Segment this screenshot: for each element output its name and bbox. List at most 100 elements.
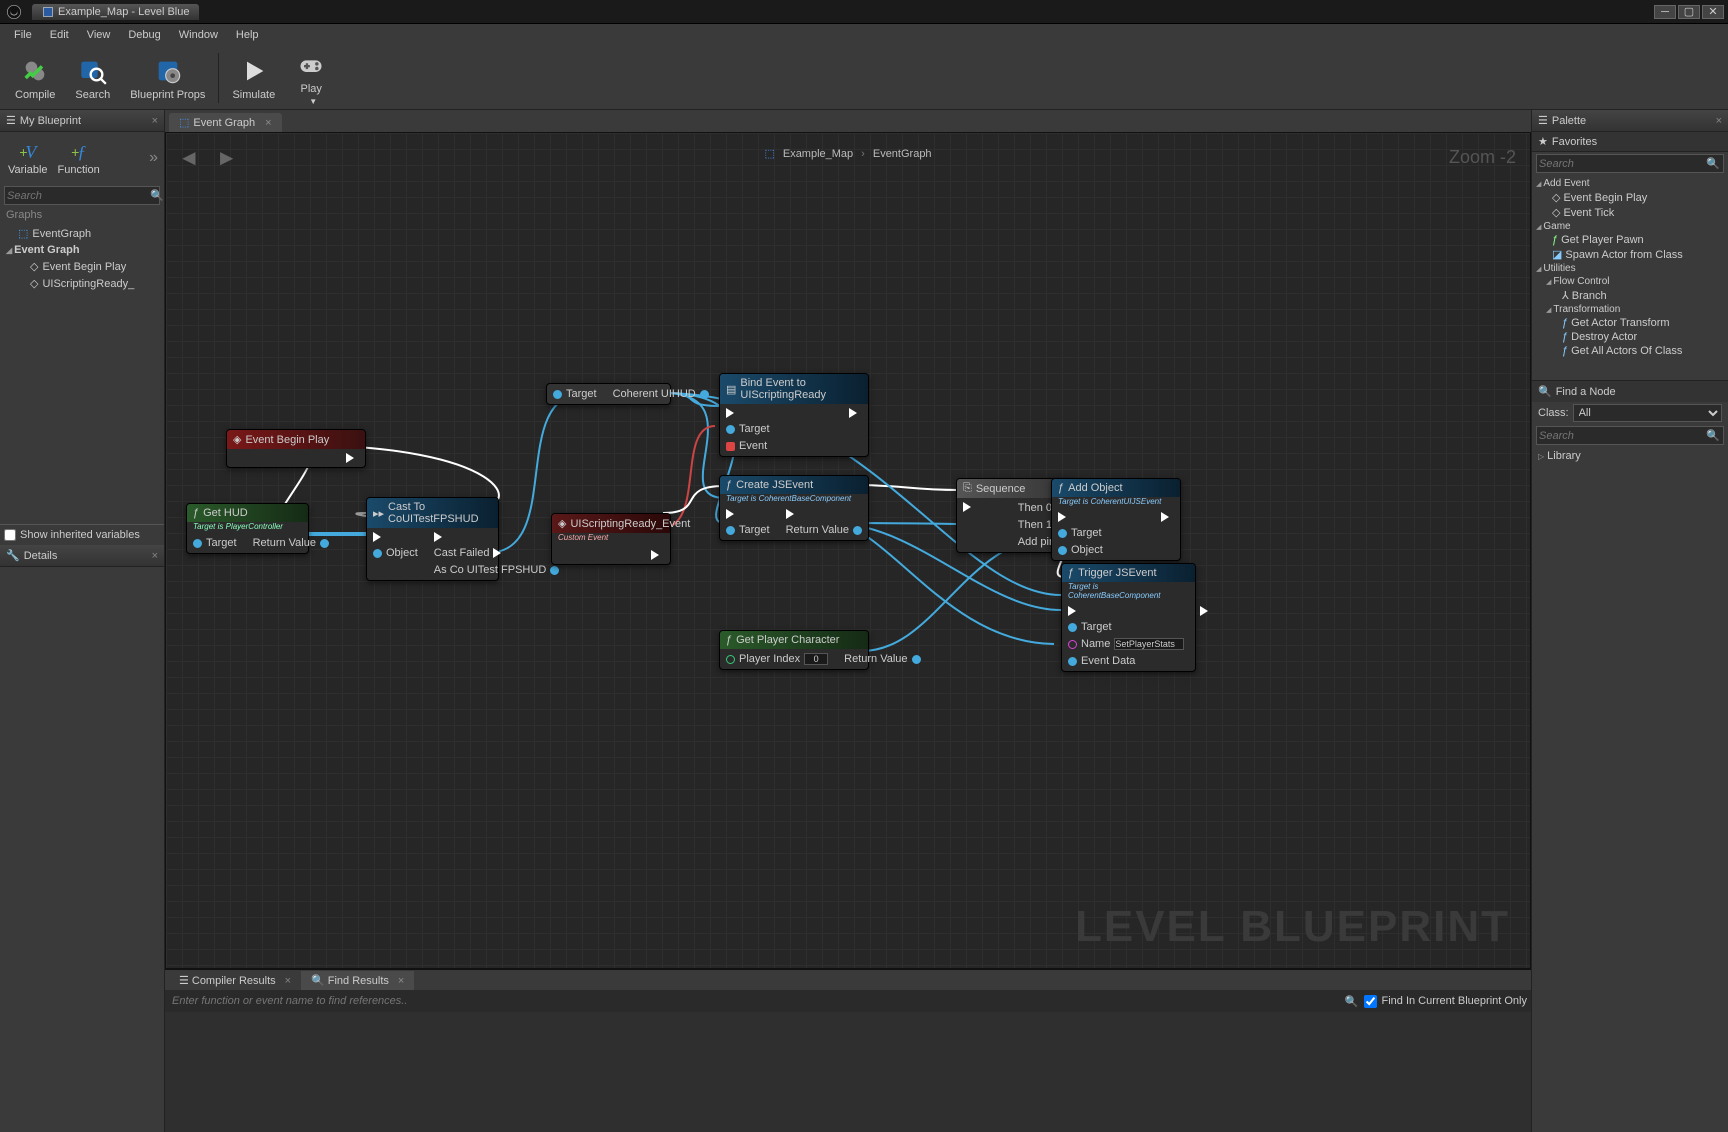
close-panel-icon[interactable]: × bbox=[152, 115, 158, 127]
search-input[interactable] bbox=[1539, 430, 1705, 442]
toolbar: Compile Search Blueprint Props Simulate … bbox=[0, 46, 1728, 110]
menu-edit[interactable]: Edit bbox=[42, 27, 77, 43]
fn-icon: ƒ bbox=[1058, 482, 1064, 494]
variable-icon: +V bbox=[14, 140, 42, 164]
menu-window[interactable]: Window bbox=[171, 27, 226, 43]
library-item[interactable]: ▷Library bbox=[1534, 449, 1726, 463]
name-input[interactable] bbox=[1114, 638, 1184, 650]
search-icon: 🔍 bbox=[311, 974, 325, 987]
search-icon bbox=[77, 55, 109, 87]
tree-item[interactable]: ◇UIScriptingReady_ bbox=[4, 275, 160, 292]
class-select[interactable]: All bbox=[1573, 404, 1722, 422]
node-event-begin-play[interactable]: ◈Event Begin Play bbox=[226, 429, 366, 468]
cat-transformation[interactable]: Transformation bbox=[1544, 303, 1726, 316]
window-title: Example_Map - Level Blue bbox=[58, 6, 189, 18]
details-icon: 🔧 bbox=[6, 549, 20, 562]
node-trigger-jsevent[interactable]: ƒTrigger JSEvent Target is CoherentBaseC… bbox=[1061, 563, 1196, 672]
palette-item[interactable]: ◇Event Begin Play bbox=[1534, 190, 1726, 205]
cat-add-event[interactable]: Add Event bbox=[1534, 177, 1726, 190]
tab-find-results[interactable]: 🔍Find Results× bbox=[301, 971, 414, 990]
details-header[interactable]: 🔧 Details × bbox=[0, 545, 164, 567]
add-variable-button[interactable]: +V Variable bbox=[6, 138, 50, 178]
close-icon[interactable]: × bbox=[285, 975, 291, 987]
compile-button[interactable]: Compile bbox=[6, 50, 64, 106]
window-tab[interactable]: Example_Map - Level Blue bbox=[32, 4, 199, 20]
gear-icon bbox=[152, 55, 184, 87]
nav-back-button[interactable]: ◄ bbox=[178, 145, 200, 171]
find-node-search[interactable]: 🔍 bbox=[1536, 426, 1724, 445]
event-icon: ◇ bbox=[30, 260, 38, 273]
close-button[interactable]: ✕ bbox=[1702, 5, 1724, 19]
menu-help[interactable]: Help bbox=[228, 27, 267, 43]
my-blueprint-search[interactable]: 🔍 bbox=[4, 186, 160, 205]
close-tab-icon[interactable]: × bbox=[265, 117, 271, 129]
spawn-icon: ◪ bbox=[1552, 248, 1562, 261]
blueprint-props-button[interactable]: Blueprint Props bbox=[121, 50, 214, 106]
find-input[interactable] bbox=[169, 992, 1345, 1010]
node-target-coherent[interactable]: Target Coherent UIHUD bbox=[546, 383, 671, 405]
palette-header[interactable]: ☰ Palette × bbox=[1532, 110, 1728, 132]
event-icon: ◇ bbox=[1552, 206, 1560, 219]
search-input[interactable] bbox=[7, 190, 150, 202]
search-icon[interactable]: 🔍 bbox=[1705, 157, 1721, 170]
close-icon[interactable]: × bbox=[398, 975, 404, 987]
palette-item[interactable]: ƒDestroy Actor bbox=[1544, 330, 1726, 344]
cat-flow-control[interactable]: Flow Control bbox=[1544, 275, 1726, 288]
favorites-header[interactable]: ★Favorites bbox=[1532, 132, 1728, 152]
tree-eventgraph[interactable]: ⬚EventGraph bbox=[4, 225, 160, 242]
palette-item[interactable]: ƒGet Player Pawn bbox=[1534, 233, 1726, 247]
window-controls: ─ ▢ ✕ bbox=[1654, 5, 1724, 19]
palette-item[interactable]: ƒGet Actor Transform bbox=[1544, 316, 1726, 330]
node-add-object[interactable]: ƒAdd Object Target is CoherentUIJSEvent … bbox=[1051, 478, 1181, 561]
expand-icon[interactable]: » bbox=[149, 149, 158, 167]
graph-icon: ⬚ bbox=[18, 227, 28, 240]
graph-tabs: ⬚ Event Graph × bbox=[165, 110, 1531, 132]
search-icon[interactable]: 🔍 bbox=[150, 189, 164, 202]
seq-icon: ⎘ bbox=[963, 482, 972, 495]
palette-item[interactable]: ƒGet All Actors Of Class bbox=[1544, 344, 1726, 358]
minimize-button[interactable]: ─ bbox=[1654, 5, 1676, 19]
close-panel-icon[interactable]: × bbox=[152, 550, 158, 562]
search-button[interactable]: Search bbox=[66, 50, 119, 106]
node-cast[interactable]: ▸▸Cast To CoUITestFPSHUD Object Cast Fai… bbox=[366, 497, 499, 581]
event-icon: ◇ bbox=[1552, 191, 1560, 204]
fn-icon: ƒ bbox=[1562, 345, 1568, 357]
show-inherited-row[interactable]: Show inherited variables bbox=[0, 524, 164, 545]
search-icon[interactable]: 🔍 bbox=[1705, 429, 1721, 442]
simulate-button[interactable]: Simulate bbox=[223, 50, 284, 106]
find-scope-checkbox[interactable] bbox=[1364, 995, 1377, 1008]
palette-search[interactable]: 🔍 bbox=[1536, 154, 1724, 173]
search-input[interactable] bbox=[1539, 158, 1705, 170]
search-icon: 🔍 bbox=[1538, 385, 1552, 398]
tab-compiler-results[interactable]: ☰Compiler Results× bbox=[169, 971, 301, 990]
unreal-logo-icon bbox=[4, 2, 24, 22]
palette-item[interactable]: ⅄Branch bbox=[1544, 288, 1726, 303]
node-get-player-character[interactable]: ƒGet Player Character Player Index Retur… bbox=[719, 630, 869, 670]
palette-item[interactable]: ◇Event Tick bbox=[1534, 205, 1726, 220]
player-index-input[interactable] bbox=[804, 653, 828, 665]
search-icon[interactable]: 🔍 bbox=[1345, 995, 1359, 1008]
cat-utilities[interactable]: Utilities bbox=[1534, 262, 1726, 275]
play-button[interactable]: Play▼ bbox=[286, 44, 336, 111]
menu-view[interactable]: View bbox=[79, 27, 119, 43]
breadcrumb: ⬚ Example_Map › EventGraph bbox=[764, 147, 931, 160]
add-function-button[interactable]: +ƒ Function bbox=[56, 138, 102, 178]
node-create-jsevent[interactable]: ƒCreate JSEvent Target is CoherentBaseCo… bbox=[719, 475, 869, 541]
tree-item[interactable]: ◇Event Begin Play bbox=[4, 258, 160, 275]
palette-item[interactable]: ◪Spawn Actor from Class bbox=[1534, 247, 1726, 262]
tree-category[interactable]: Event Graph bbox=[4, 242, 160, 258]
close-panel-icon[interactable]: × bbox=[1716, 115, 1722, 127]
tab-event-graph[interactable]: ⬚ Event Graph × bbox=[169, 113, 282, 132]
event-graph-canvas[interactable]: ◄ ► ⬚ Example_Map › EventGraph Zoom -2 L… bbox=[165, 132, 1531, 969]
menu-file[interactable]: File bbox=[6, 27, 40, 43]
node-bind-event[interactable]: ▤Bind Event to UIScriptingReady TargetEv… bbox=[719, 373, 869, 457]
nav-forward-button[interactable]: ► bbox=[216, 145, 238, 171]
show-inherited-checkbox[interactable] bbox=[4, 529, 16, 541]
node-get-hud[interactable]: ƒGet HUD Target is PlayerController Targ… bbox=[186, 503, 309, 554]
maximize-button[interactable]: ▢ bbox=[1678, 5, 1700, 19]
menu-debug[interactable]: Debug bbox=[120, 27, 168, 43]
my-blueprint-header[interactable]: ☰ My Blueprint × bbox=[0, 110, 164, 132]
cat-game[interactable]: Game bbox=[1534, 220, 1726, 233]
node-ui-scripting-ready[interactable]: ◈UIScriptingReady_Event Custom Event bbox=[551, 513, 671, 565]
menu-bar: File Edit View Debug Window Help bbox=[0, 24, 1728, 46]
